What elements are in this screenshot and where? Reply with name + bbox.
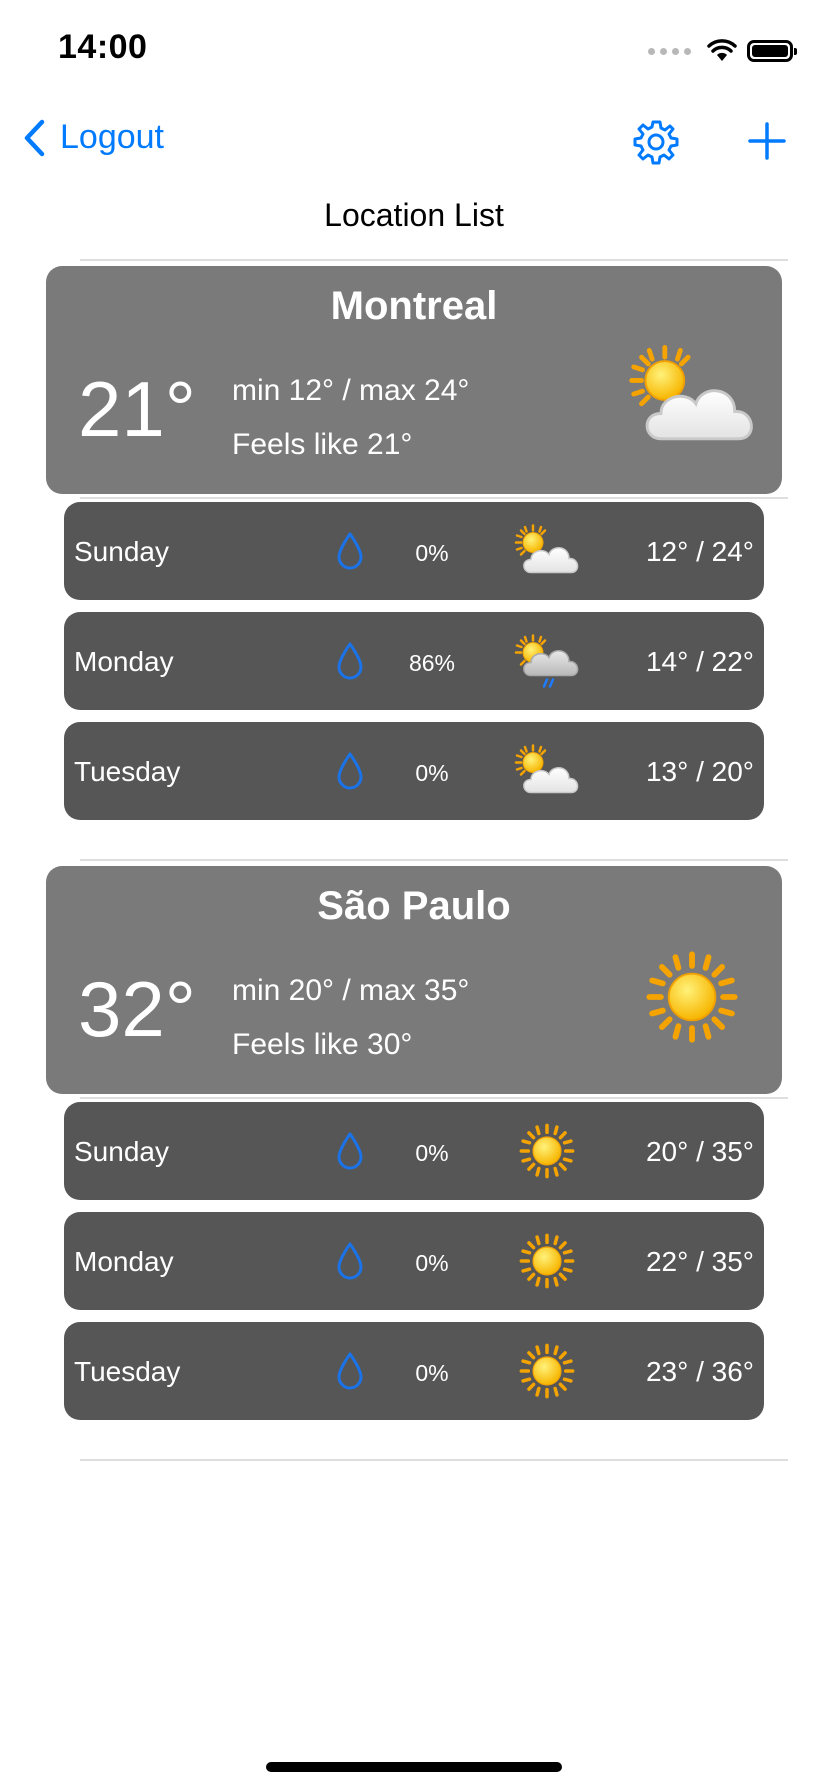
divider bbox=[80, 497, 788, 499]
divider bbox=[80, 1459, 788, 1461]
raindrop-icon bbox=[336, 1132, 364, 1170]
page-title: Location List bbox=[324, 197, 504, 233]
partly-cloudy-icon bbox=[512, 740, 582, 802]
forecast-day: Tuesday bbox=[74, 1356, 181, 1387]
forecast-row[interactable]: Monday 0% 22° / 35° bbox=[64, 1212, 764, 1310]
forecast-row[interactable]: Sunday 0% 12° / 24° bbox=[64, 502, 764, 600]
logout-label: Logout bbox=[60, 118, 164, 156]
forecast-day: Monday bbox=[74, 646, 174, 677]
current-temperature: 21° bbox=[78, 365, 196, 453]
divider bbox=[80, 1097, 788, 1099]
gear-icon bbox=[633, 120, 679, 165]
precipitation-chance: 0% bbox=[415, 540, 449, 566]
forecast-temperature-range: 12° / 24° bbox=[645, 536, 754, 567]
location-name: Montreal bbox=[330, 284, 498, 328]
forecast-temperature-range: 22° / 35° bbox=[645, 1246, 754, 1277]
logout-button[interactable]: Logout bbox=[22, 118, 164, 157]
status-bar: 14:00 bbox=[0, 0, 828, 100]
sun-icon bbox=[519, 1233, 575, 1289]
current-temperature: 32° bbox=[78, 965, 196, 1053]
divider bbox=[80, 259, 788, 261]
location-card-sao-paulo[interactable]: São Paulo 32° min 20° / max 35° Feels li… bbox=[46, 866, 782, 1094]
sun-icon bbox=[519, 1123, 575, 1179]
forecast-temperature-range: 13° / 20° bbox=[645, 756, 754, 787]
precipitation-chance: 0% bbox=[415, 1250, 449, 1276]
forecast-day: Monday bbox=[74, 1246, 174, 1277]
home-indicator[interactable] bbox=[266, 1762, 562, 1772]
forecast-temperature-range: 20° / 35° bbox=[645, 1136, 754, 1167]
raindrop-icon bbox=[336, 1242, 364, 1280]
partly-cloudy-icon bbox=[512, 520, 582, 582]
location-card-montreal[interactable]: Montreal 21° min 12° / max 24° Feels lik… bbox=[46, 266, 782, 494]
feels-like-temperature: Feels like 21° bbox=[232, 428, 413, 461]
forecast-day: Sunday bbox=[74, 536, 169, 567]
partly-cloudy-icon bbox=[624, 342, 760, 452]
raindrop-icon bbox=[336, 752, 364, 790]
plus-icon bbox=[748, 122, 786, 160]
raindrop-icon bbox=[336, 642, 364, 680]
forecast-temperature-range: 14° / 22° bbox=[645, 646, 754, 677]
status-time: 14:00 bbox=[58, 28, 148, 66]
rain-cloud-icon bbox=[512, 630, 582, 692]
forecast-row[interactable]: Monday 86% 14° / 22° bbox=[64, 612, 764, 710]
forecast-day: Sunday bbox=[74, 1136, 169, 1167]
add-location-button[interactable] bbox=[744, 118, 790, 164]
precipitation-chance: 0% bbox=[415, 1360, 449, 1386]
forecast-row[interactable]: Tuesday 0% 13° / 20° bbox=[64, 722, 764, 820]
cellular-signal-icon bbox=[648, 47, 691, 55]
divider bbox=[80, 859, 788, 861]
battery-icon bbox=[747, 40, 797, 62]
location-name: São Paulo bbox=[317, 884, 511, 928]
precipitation-chance: 0% bbox=[415, 760, 449, 786]
wifi-icon bbox=[707, 39, 737, 61]
forecast-temperature-range: 23° / 36° bbox=[645, 1356, 754, 1387]
precipitation-chance: 86% bbox=[408, 650, 456, 676]
precipitation-chance: 0% bbox=[415, 1140, 449, 1166]
sun-icon bbox=[624, 942, 760, 1052]
min-max-temperature: min 12° / max 24° bbox=[232, 374, 470, 407]
forecast-row[interactable]: Sunday 0% 20° / 35° bbox=[64, 1102, 764, 1200]
raindrop-icon bbox=[336, 532, 364, 570]
raindrop-icon bbox=[336, 1352, 364, 1390]
forecast-day: Tuesday bbox=[74, 756, 181, 787]
chevron-left-icon bbox=[24, 119, 45, 156]
min-max-temperature: min 20° / max 35° bbox=[232, 974, 470, 1007]
status-icons bbox=[648, 36, 797, 66]
forecast-row[interactable]: Tuesday 0% 23° / 36° bbox=[64, 1322, 764, 1420]
sun-icon bbox=[519, 1343, 575, 1399]
settings-button[interactable] bbox=[632, 118, 680, 166]
feels-like-temperature: Feels like 30° bbox=[232, 1028, 413, 1061]
